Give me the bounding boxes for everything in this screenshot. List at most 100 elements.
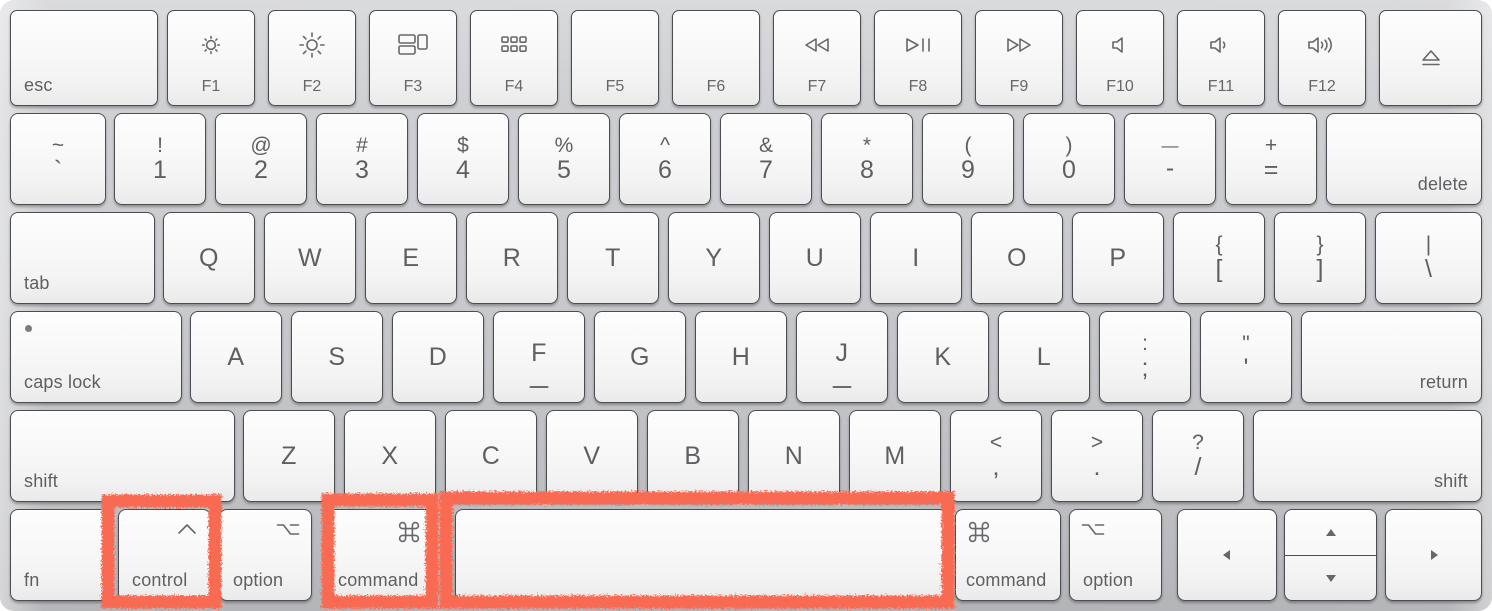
key-period[interactable]: > .	[1051, 410, 1143, 502]
key-arrow-up-down[interactable]	[1284, 509, 1377, 601]
key-legend: ( 9	[961, 134, 975, 184]
key-t[interactable]: T	[567, 212, 659, 304]
key-c[interactable]: C	[445, 410, 537, 502]
mission-control-icon	[370, 29, 456, 61]
key-h[interactable]: H	[695, 311, 787, 403]
key-option-right[interactable]: option	[1069, 509, 1162, 601]
key-caps-lock[interactable]: caps lock	[10, 311, 182, 403]
key-j[interactable]: J	[796, 311, 888, 403]
key-label: caps lock	[24, 372, 101, 392]
key-label: X	[381, 441, 399, 470]
key-z[interactable]: Z	[243, 410, 335, 502]
key-d[interactable]: D	[392, 311, 484, 403]
key-label: C	[481, 441, 501, 470]
key-0[interactable]: ) 0	[1023, 113, 1115, 205]
key-r[interactable]: R	[466, 212, 558, 304]
key-label: W	[297, 243, 323, 272]
key-n[interactable]: N	[748, 410, 840, 502]
key-f12[interactable]: F12	[1278, 10, 1366, 106]
key-arrow-right[interactable]	[1385, 509, 1482, 601]
key-space[interactable]	[455, 509, 947, 601]
key-p[interactable]: P	[1072, 212, 1164, 304]
key-fn-label: F9	[1009, 78, 1029, 95]
arrow-up-icon[interactable]	[1285, 510, 1376, 555]
key-fn-label: F4	[504, 78, 524, 95]
key-o[interactable]: O	[971, 212, 1063, 304]
key-bracket-left[interactable]: { [	[1173, 212, 1265, 304]
key-label: Q	[199, 243, 219, 272]
key-quote[interactable]: " '	[1200, 311, 1292, 403]
key-fn[interactable]: fn	[10, 509, 110, 601]
key-x[interactable]: X	[344, 410, 436, 502]
key-legend: { [	[1215, 233, 1223, 283]
key-m[interactable]: M	[849, 410, 941, 502]
key-grave[interactable]: ~ `	[10, 113, 106, 205]
key-comma[interactable]: < ,	[950, 410, 1042, 502]
key-y[interactable]: Y	[668, 212, 760, 304]
command-icon	[398, 521, 420, 543]
key-f10[interactable]: F10	[1076, 10, 1164, 106]
key-b[interactable]: B	[647, 410, 739, 502]
key-label: I	[912, 243, 920, 272]
key-f5[interactable]: F5	[571, 10, 659, 106]
key-k[interactable]: K	[897, 311, 989, 403]
key-command-left[interactable]: command	[327, 509, 433, 601]
key-f6[interactable]: F6	[672, 10, 760, 106]
key-f11[interactable]: F11	[1177, 10, 1265, 106]
key-legend: ~ `	[51, 134, 65, 184]
key-a[interactable]: A	[190, 311, 282, 403]
key-backslash[interactable]: | \	[1375, 212, 1482, 304]
key-i[interactable]: I	[870, 212, 962, 304]
key-f1[interactable]: F1	[167, 10, 255, 106]
key-equal[interactable]: + =	[1225, 113, 1317, 205]
key-option-left[interactable]: option	[219, 509, 312, 601]
key-f7[interactable]: F7	[773, 10, 861, 106]
eject-icon	[1380, 11, 1481, 105]
key-2[interactable]: @ 2	[215, 113, 307, 205]
key-5[interactable]: % 5	[518, 113, 610, 205]
key-f4[interactable]: F4	[470, 10, 558, 106]
key-q[interactable]: Q	[163, 212, 255, 304]
key-v[interactable]: V	[546, 410, 638, 502]
key-return[interactable]: return	[1301, 311, 1482, 403]
key-f[interactable]: F	[493, 311, 585, 403]
key-command-right[interactable]: command	[955, 509, 1061, 601]
key-3[interactable]: # 3	[316, 113, 408, 205]
key-f2[interactable]: F2	[268, 10, 356, 106]
arrow-down-icon[interactable]	[1285, 555, 1376, 600]
key-control-left[interactable]: control	[118, 509, 211, 601]
key-f8[interactable]: F8	[874, 10, 962, 106]
key-esc[interactable]: esc	[10, 10, 158, 106]
key-tab[interactable]: tab	[10, 212, 155, 304]
key-s[interactable]: S	[291, 311, 383, 403]
key-g[interactable]: G	[594, 311, 686, 403]
key-arrow-left[interactable]	[1177, 509, 1277, 601]
key-minus[interactable]: — -	[1124, 113, 1216, 205]
key-label: esc	[24, 75, 53, 95]
key-9[interactable]: ( 9	[922, 113, 1014, 205]
key-4[interactable]: $ 4	[417, 113, 509, 205]
key-fn-label: F12	[1308, 78, 1336, 95]
key-shift-right[interactable]: shift	[1253, 410, 1482, 502]
key-bracket-right[interactable]: } ]	[1274, 212, 1366, 304]
key-fn-label: F3	[403, 78, 423, 95]
key-fn-label: F10	[1106, 78, 1134, 95]
key-8[interactable]: * 8	[821, 113, 913, 205]
key-l[interactable]: L	[998, 311, 1090, 403]
key-slash[interactable]: ? /	[1152, 410, 1244, 502]
key-semicolon[interactable]: : ;	[1099, 311, 1191, 403]
key-label: Y	[705, 243, 723, 272]
key-e[interactable]: E	[365, 212, 457, 304]
key-shift-left[interactable]: shift	[10, 410, 235, 502]
key-f9[interactable]: F9	[975, 10, 1063, 106]
key-legend: # 3	[355, 134, 369, 184]
key-7[interactable]: & 7	[720, 113, 812, 205]
key-f3[interactable]: F3	[369, 10, 457, 106]
key-w[interactable]: W	[264, 212, 356, 304]
key-eject[interactable]	[1379, 10, 1482, 106]
key-delete[interactable]: delete	[1326, 113, 1482, 205]
key-legend: — -	[1161, 136, 1179, 182]
key-6[interactable]: ^ 6	[619, 113, 711, 205]
key-1[interactable]: ! 1	[114, 113, 206, 205]
key-u[interactable]: U	[769, 212, 861, 304]
